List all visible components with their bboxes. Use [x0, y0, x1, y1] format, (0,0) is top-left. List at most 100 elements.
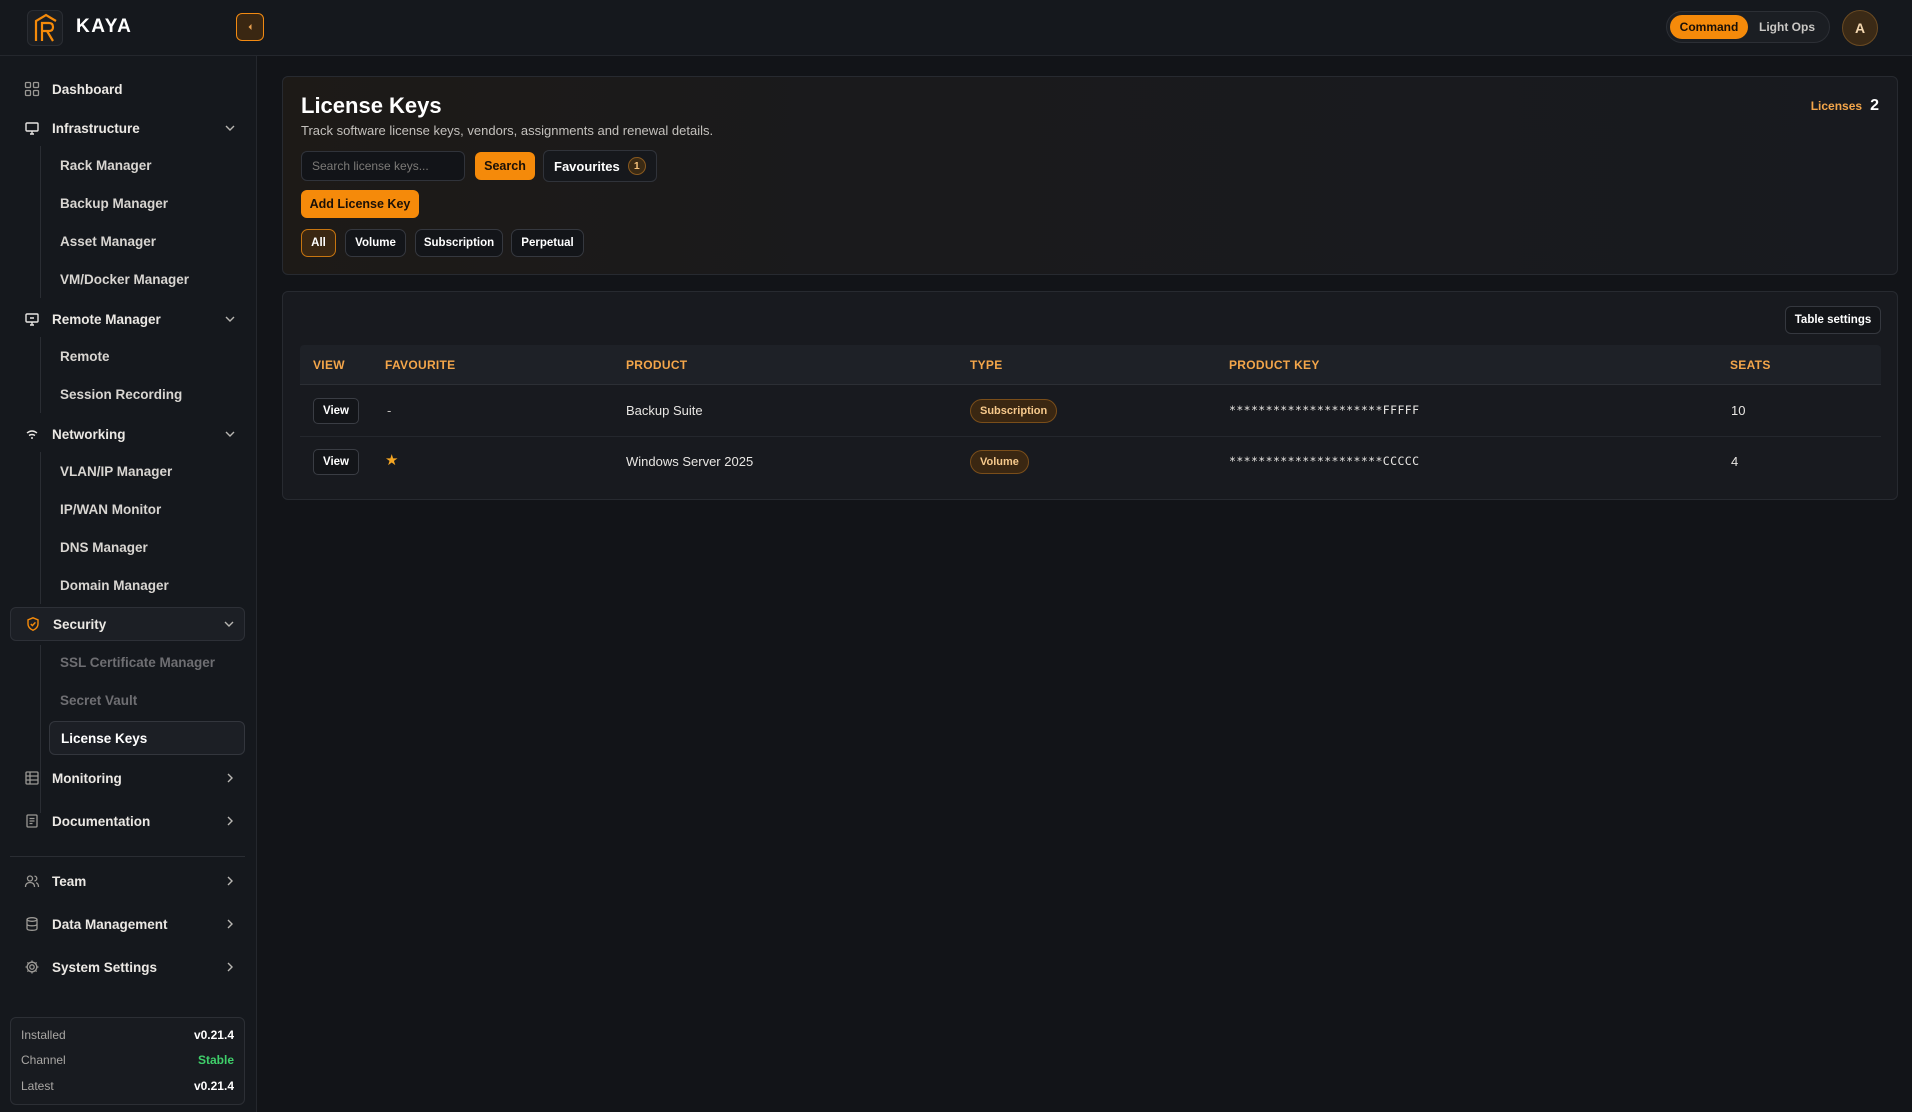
column-header-seats[interactable]: SEATS — [1730, 358, 1771, 372]
chevron-right-icon — [227, 919, 233, 929]
grid-icon — [24, 81, 40, 97]
filter-perpetual[interactable]: Perpetual — [511, 229, 584, 257]
license-table-card: Table settings VIEW FAVOURITE PRODUCT TY… — [282, 291, 1898, 500]
sidebar-item-session-recording[interactable]: Session Recording — [49, 378, 245, 410]
chevron-right-icon — [227, 816, 233, 826]
sidebar-item-label: Remote Manager — [52, 311, 161, 327]
sidebar-item-vlan-ip-manager[interactable]: VLAN/IP Manager — [49, 455, 245, 487]
favourites-count-badge: 1 — [627, 157, 646, 175]
sidebar-item-rack-manager[interactable]: Rack Manager — [49, 149, 245, 181]
view-button[interactable]: View — [313, 398, 359, 424]
sidebar-item-asset-manager[interactable]: Asset Manager — [49, 225, 245, 257]
add-license-key-button[interactable]: Add License Key — [301, 190, 419, 218]
favourite-star-icon[interactable]: ★ — [385, 451, 398, 469]
mode-light-ops-button[interactable]: Light Ops — [1748, 15, 1826, 39]
sidebar-item-ssl-certificate-manager[interactable]: SSL Certificate Manager — [49, 646, 245, 678]
product-cell: Backup Suite — [626, 403, 703, 418]
sidebar-item-label: Monitoring — [52, 770, 122, 786]
search-button[interactable]: Search — [475, 152, 535, 180]
sidebar-item-documentation[interactable]: Documentation — [10, 805, 245, 837]
sidebar-item-label: System Settings — [52, 959, 158, 975]
table-icon — [25, 771, 39, 785]
top-bar: KAYA Command Light Ops A — [0, 0, 1912, 56]
sidebar-item-remote[interactable]: Remote — [49, 340, 245, 372]
sidebar-item-dns-manager[interactable]: DNS Manager — [49, 531, 245, 563]
database-icon — [26, 917, 38, 931]
favourites-button[interactable]: Favourites 1 — [543, 150, 657, 182]
document-icon — [26, 814, 38, 828]
gear-icon — [25, 960, 39, 974]
licenses-count: Licenses 2 — [1811, 97, 1879, 115]
monitor-icon — [25, 122, 39, 135]
sidebar-item-license-keys[interactable]: License Keys — [49, 721, 245, 755]
filter-subscription[interactable]: Subscription — [415, 229, 503, 257]
sidebar-item-data-management[interactable]: Data Management — [10, 908, 245, 940]
mode-switch: Command Light Ops — [1666, 11, 1830, 43]
kaya-logo-icon[interactable] — [27, 10, 63, 46]
column-header-product-key[interactable]: PRODUCT KEY — [1229, 358, 1320, 372]
chevron-down-icon — [224, 621, 234, 627]
sidebar-item-backup-manager[interactable]: Backup Manager — [49, 187, 245, 219]
sidebar-item-monitoring[interactable]: Monitoring — [10, 762, 245, 794]
latest-version: v0.21.4 — [193, 1079, 234, 1093]
wifi-icon — [26, 430, 38, 439]
sidebar-item-networking[interactable]: Networking — [10, 418, 245, 450]
sidebar-item-remote-manager[interactable]: Remote Manager — [10, 303, 245, 335]
product-key-cell: *********************FFFFF — [1229, 403, 1420, 417]
filter-volume[interactable]: Volume — [345, 229, 406, 257]
channel-value: Stable — [197, 1053, 234, 1067]
sidebar-item-label: Data Management — [52, 916, 168, 932]
avatar[interactable]: A — [1842, 10, 1878, 46]
table-row: View - Backup Suite Subscription *******… — [300, 386, 1881, 437]
channel-label: Channel — [21, 1053, 66, 1067]
sidebar-item-team[interactable]: Team — [10, 865, 245, 897]
collapse-sidebar-button[interactable] — [236, 13, 264, 41]
installed-version: v0.21.4 — [193, 1028, 234, 1042]
sidebar-item-ip-wan-monitor[interactable]: IP/WAN Monitor — [49, 493, 245, 525]
chevron-right-icon — [227, 773, 233, 783]
product-cell: Windows Server 2025 — [626, 454, 754, 469]
sidebar: Dashboard Infrastructure Rack Manager Ba… — [0, 56, 257, 1112]
sidebar-item-dashboard[interactable]: Dashboard — [10, 73, 245, 105]
sidebar-item-secret-vault[interactable]: Secret Vault — [49, 684, 245, 716]
table-settings-button[interactable]: Table settings — [1785, 306, 1881, 334]
filter-all[interactable]: All — [301, 229, 336, 257]
favourites-label: Favourites — [554, 158, 620, 174]
version-info: Installed v0.21.4 Channel Stable Latest … — [10, 1017, 245, 1105]
column-header-type[interactable]: TYPE — [970, 358, 1003, 372]
sidebar-item-infrastructure[interactable]: Infrastructure — [10, 112, 245, 144]
sidebar-item-label: Team — [52, 873, 87, 889]
chevron-left-icon — [248, 24, 252, 30]
remote-desktop-icon — [25, 313, 39, 326]
sidebar-item-domain-manager[interactable]: Domain Manager — [49, 569, 245, 601]
sidebar-item-security[interactable]: Security — [10, 607, 245, 641]
licenses-label: Licenses — [1810, 99, 1863, 113]
type-badge: Subscription — [970, 399, 1058, 423]
installed-label: Installed — [21, 1028, 66, 1042]
licenses-value: 2 — [1870, 97, 1879, 114]
search-input[interactable] — [301, 151, 465, 181]
shield-check-icon — [27, 617, 39, 632]
column-header-product[interactable]: PRODUCT — [626, 358, 687, 372]
sidebar-item-vm-docker-manager[interactable]: VM/Docker Manager — [49, 263, 245, 295]
users-icon — [24, 875, 40, 888]
sidebar-item-label: Security — [53, 616, 107, 632]
chevron-right-icon — [227, 876, 233, 886]
sidebar-item-label: Networking — [52, 426, 126, 442]
view-button[interactable]: View — [313, 449, 359, 475]
page-header-card: License Keys Track software license keys… — [282, 76, 1898, 275]
column-header-favourite[interactable]: FAVOURITE — [385, 358, 455, 372]
sidebar-item-system-settings[interactable]: System Settings — [10, 951, 245, 983]
chevron-down-icon — [225, 316, 235, 322]
table-row: View ★ Windows Server 2025 Volume ******… — [300, 437, 1881, 488]
favourite-cell[interactable]: - — [387, 403, 391, 418]
sidebar-item-label: Documentation — [52, 813, 151, 829]
product-key-cell: *********************CCCCC — [1229, 454, 1420, 468]
page-title: License Keys — [301, 93, 442, 118]
page-subtitle: Track software license keys, vendors, as… — [301, 123, 714, 138]
sidebar-divider — [10, 856, 245, 857]
column-header-view[interactable]: VIEW — [313, 358, 345, 372]
app-name: KAYA — [76, 16, 133, 37]
mode-command-button[interactable]: Command — [1670, 15, 1748, 39]
table-header: VIEW FAVOURITE PRODUCT TYPE PRODUCT KEY … — [300, 345, 1881, 385]
